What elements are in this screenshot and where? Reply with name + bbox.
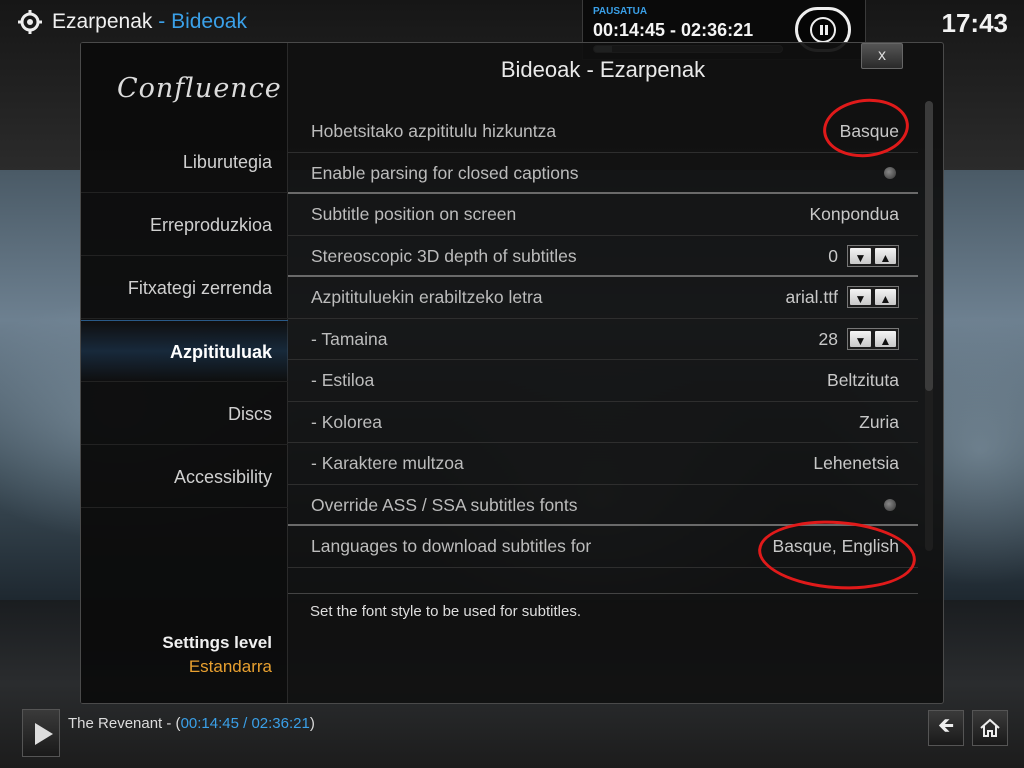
- toggle-radio-icon[interactable]: [884, 498, 896, 511]
- breadcrumb-section: Ezarpenak: [52, 10, 153, 33]
- setting-stereoscopic-depth[interactable]: Stereoscopic 3D depth of subtitles 0 ▼ ▲: [288, 236, 918, 277]
- setting-label: Hobetsitako azpititulu hizkuntza: [311, 121, 557, 141]
- home-icon: [980, 718, 1000, 737]
- spin-down-button[interactable]: ▼: [850, 330, 871, 348]
- back-button[interactable]: 🡸: [928, 710, 964, 746]
- settings-dialog: Confluence Liburutegia Erreproduzkioa Fi…: [80, 42, 944, 704]
- setting-description: Set the font style to be used for subtit…: [310, 603, 581, 620]
- toggle-radio-icon[interactable]: [884, 166, 896, 179]
- setting-label: - Kolorea: [311, 411, 383, 432]
- setting-label: - Estiloa: [311, 370, 375, 390]
- playback-time-range: 00:14:45 - 02:36:21: [593, 20, 754, 40]
- spin-up-button[interactable]: ▲: [875, 289, 896, 306]
- setting-font-color[interactable]: - Kolorea Zuria: [288, 402, 918, 443]
- setting-label: - Karaktere multzoa: [311, 453, 464, 473]
- spin-down-button[interactable]: ▼: [850, 247, 871, 265]
- setting-font-style[interactable]: - Estiloa Beltzituta: [288, 360, 918, 402]
- sidebar-item-accessibility[interactable]: Accessibility: [81, 446, 288, 508]
- spin-control: ▼ ▲: [847, 327, 899, 350]
- setting-subtitle-font[interactable]: Azpitituluekin erabiltzeko letra arial.t…: [288, 277, 918, 319]
- play-button[interactable]: [22, 709, 60, 757]
- description-divider: [288, 593, 918, 594]
- settings-level-value: Estandarra: [188, 657, 272, 676]
- gear-icon: [18, 10, 42, 34]
- setting-closed-captions[interactable]: Enable parsing for closed captions: [288, 153, 918, 194]
- spin-control: ▼ ▲: [847, 286, 899, 308]
- sidebar: Confluence Liburutegia Erreproduzkioa Fi…: [81, 43, 288, 703]
- setting-label: Enable parsing for closed captions: [311, 162, 579, 183]
- sidebar-item-discs[interactable]: Discs: [81, 383, 288, 445]
- scrollbar-thumb[interactable]: [925, 101, 933, 391]
- home-button[interactable]: [972, 710, 1008, 746]
- setting-value: arial.ttf: [785, 287, 838, 307]
- setting-value: 28: [818, 328, 838, 349]
- setting-value: Lehenetsia: [813, 453, 899, 473]
- breadcrumb-separator: -: [152, 10, 172, 33]
- setting-subtitle-position[interactable]: Subtitle position on screen Konpondua: [288, 194, 918, 236]
- sidebar-item-liburutegia[interactable]: Liburutegia: [81, 131, 288, 193]
- setting-value: 0: [828, 245, 838, 266]
- pause-icon: [810, 16, 836, 43]
- setting-value: Zuria: [859, 411, 899, 432]
- header: Ezarpenak - Bideoak 17:43: [0, 0, 1024, 44]
- settings-level-label: Settings level: [162, 633, 272, 652]
- setting-value: Konpondua: [809, 204, 899, 224]
- scrollbar[interactable]: [925, 101, 933, 551]
- sidebar-item-erreproduzkioa[interactable]: Erreproduzkioa: [81, 194, 288, 256]
- spin-down-button[interactable]: ▼: [850, 289, 871, 306]
- setting-label: Languages to download subtitles for: [311, 536, 592, 556]
- setting-label: - Tamaina: [311, 328, 388, 349]
- setting-character-set[interactable]: - Karaktere multzoa Lehenetsia: [288, 443, 918, 485]
- now-playing-close-paren: ): [309, 715, 315, 732]
- playback-status: PAUSATUA: [593, 6, 648, 17]
- settings-level[interactable]: Settings level Estandarra: [81, 633, 288, 677]
- now-playing-title: The Revenant - (: [68, 715, 181, 732]
- confluence-logo: Confluence: [117, 73, 282, 104]
- setting-label: Azpitituluekin erabiltzeko letra: [311, 287, 543, 307]
- setting-label: Override ASS / SSA subtitles fonts: [311, 494, 578, 515]
- setting-label: Stereoscopic 3D depth of subtitles: [311, 245, 577, 266]
- spin-up-button[interactable]: ▲: [875, 330, 896, 348]
- setting-value: Beltzituta: [827, 370, 899, 390]
- sidebar-item-fitxategi-zerrenda[interactable]: Fitxategi zerrenda: [81, 257, 288, 319]
- settings-list: Hobetsitako azpititulu hizkuntza Basque …: [288, 111, 918, 568]
- breadcrumb: Ezarpenak - Bideoak: [52, 10, 247, 34]
- settings-panel: Bideoak - Ezarpenak x Hobetsitako azpiti…: [288, 43, 943, 703]
- breadcrumb-subsection: Bideoak: [171, 10, 247, 33]
- setting-font-size[interactable]: - Tamaina 28 ▼ ▲: [288, 319, 918, 360]
- spin-control: ▼ ▲: [847, 244, 899, 267]
- spin-up-button[interactable]: ▲: [875, 247, 896, 265]
- setting-label: Subtitle position on screen: [311, 204, 517, 224]
- close-button[interactable]: x: [861, 43, 903, 69]
- sidebar-item-azpitituluak[interactable]: Azpitituluak: [81, 320, 288, 382]
- back-arrow-icon: 🡸: [937, 715, 955, 737]
- now-playing-info: The Revenant - (00:14:45 / 02:36:21): [68, 715, 315, 732]
- panel-title: Bideoak - Ezarpenak: [500, 57, 706, 82]
- now-playing-time: 00:14:45 / 02:36:21: [180, 715, 310, 732]
- clock: 17:43: [941, 8, 1009, 38]
